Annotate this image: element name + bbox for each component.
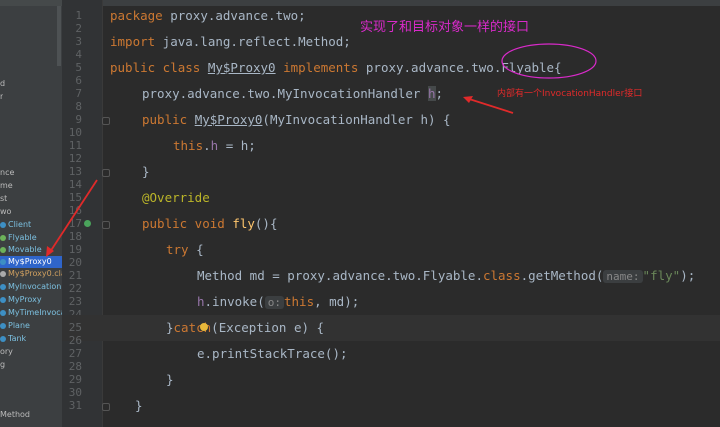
tree-item[interactable]: me — [0, 180, 13, 192]
class-icon — [0, 309, 6, 316]
tree-item[interactable]: r — [0, 91, 3, 103]
class-icon — [0, 296, 6, 303]
tree-item[interactable]: ory — [0, 346, 13, 358]
project-tree-scrollbar[interactable] — [57, 6, 61, 66]
fold-icon[interactable] — [102, 403, 110, 411]
class-icon — [0, 322, 6, 329]
tree-item[interactable]: st — [0, 193, 7, 205]
tree-item[interactable]: g — [0, 359, 5, 371]
annotation-handler-note: 内部有一个InvocationHandler接口 — [497, 89, 643, 99]
class-icon — [0, 283, 6, 290]
tree-item[interactable]: nce — [0, 167, 14, 179]
line-number: 31 — [68, 399, 82, 412]
project-tree-panel: d r nce me st wo Client Flyable Movable … — [0, 0, 62, 427]
tree-item-plane[interactable]: Plane — [0, 320, 30, 332]
class-icon — [0, 221, 6, 228]
tree-item-movable[interactable]: Movable — [0, 244, 42, 256]
tree-item-myinvocationhandler[interactable]: MyInvocationHandler — [0, 281, 62, 293]
annotation-interface-note: 实现了和目标对象一样的接口 — [360, 20, 530, 35]
interface-icon — [0, 234, 6, 241]
code-text: } — [135, 398, 143, 413]
interface-icon — [0, 246, 6, 253]
tree-item-method[interactable]: Method — [0, 409, 30, 421]
tree-item-flyable[interactable]: Flyable — [0, 232, 37, 244]
tree-item-myproxy[interactable]: MyProxy — [0, 294, 42, 306]
code-line: 31 } — [62, 393, 720, 419]
project-tree-header — [0, 0, 62, 6]
tree-item-tank[interactable]: Tank — [0, 333, 26, 345]
tree-item[interactable]: d — [0, 78, 5, 90]
tree-item-client[interactable]: Client — [0, 219, 31, 231]
tree-item-my-proxy0-class[interactable]: My$Proxy0.class — [0, 268, 62, 280]
tree-item-mytimeinvocationhandler[interactable]: MyTimeInvocationHandler — [0, 307, 62, 319]
tree-item[interactable]: wo — [0, 206, 11, 218]
file-icon — [0, 270, 6, 277]
tree-item-my-proxy0[interactable]: My$Proxy0 — [0, 256, 62, 268]
class-icon — [0, 335, 6, 342]
class-icon — [0, 258, 6, 265]
